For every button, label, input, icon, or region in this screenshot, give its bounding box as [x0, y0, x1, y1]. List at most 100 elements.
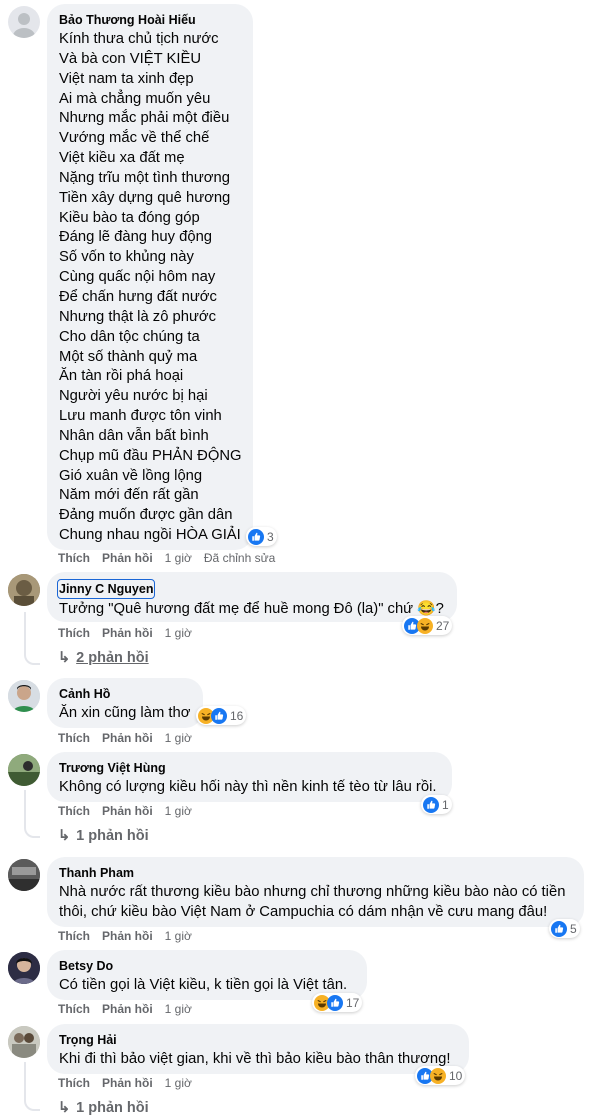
profile-photo-icon	[8, 859, 40, 891]
comment-line: Số vốn to khủng này	[59, 249, 194, 266]
comment-bubble: Jinny C Nguyen Tưởng "Quê hương đất mẹ đ…	[47, 572, 457, 622]
comment-bubble: Trọng Hải Khi đi thì bảo việt gian, khi …	[47, 1024, 469, 1074]
like-button[interactable]: Thích	[58, 626, 90, 640]
comment-text: Ăn xin cũng làm thơ	[59, 704, 191, 724]
reaction-summary[interactable]: 5	[549, 919, 580, 938]
like-button[interactable]: Thích	[58, 551, 90, 565]
comment-line: Nhưng thật là zô phước	[59, 308, 217, 325]
reaction-summary[interactable]: 16	[196, 706, 247, 725]
comment-author[interactable]: Cảnh Hồ	[59, 686, 191, 702]
comment-text: Khi đi thì bảo việt gian, khi về thì bảo…	[59, 1050, 457, 1070]
comment-line: Việt kiều xa đất mẹ	[59, 150, 185, 167]
comment-bubble: Thanh Pham Nhà nước rất thương kiều bào …	[47, 857, 584, 927]
reply-button[interactable]: Phản hồi	[102, 1002, 153, 1016]
reply-button[interactable]: Phản hồi	[102, 804, 153, 818]
comment-author[interactable]: Trương Việt Hùng	[59, 760, 440, 776]
reaction-summary[interactable]: 1	[421, 795, 452, 814]
comment-bubble: Cảnh Hồ Ăn xin cũng làm thơ	[47, 678, 203, 728]
like-button[interactable]: Thích	[58, 731, 90, 745]
avatar[interactable]	[8, 859, 40, 891]
view-replies-link[interactable]: ↳ 2 phản hồi	[58, 650, 149, 666]
replies-count: 2 phản hồi	[76, 650, 149, 666]
profile-photo-icon	[8, 952, 40, 984]
timestamp[interactable]: 1 giờ	[165, 626, 192, 640]
comment-actions: Thích Phản hồi 1 giờ	[58, 929, 204, 943]
comment-line: Nhà nước rất thương kiều bào nhưng chỉ t…	[59, 884, 566, 900]
comment-text: Có tiền gọi là Việt kiều, k tiền gọi là …	[59, 976, 355, 996]
comment-line: Để chấn hưng đất nước	[59, 288, 217, 305]
reaction-summary[interactable]: 17	[312, 993, 363, 1012]
comment-line: Ăn tàn rồi phá hoại	[59, 368, 184, 385]
reaction-summary[interactable]: 27	[402, 616, 453, 635]
timestamp[interactable]: 1 giờ	[165, 551, 192, 565]
like-button[interactable]: Thích	[58, 1002, 90, 1016]
comment-text: Nhà nước rất thương kiều bào nhưng chỉ t…	[59, 883, 572, 923]
thread-connector	[24, 790, 40, 838]
view-replies-link[interactable]: ↳ 1 phản hồi	[58, 828, 149, 844]
comment-author[interactable]: Thanh Pham	[59, 865, 572, 881]
timestamp[interactable]: 1 giờ	[165, 929, 192, 943]
reaction-count: 5	[570, 921, 577, 936]
comment-line: Một số thành quỷ ma	[59, 348, 198, 365]
comment-line: Việt nam ta xinh đẹp	[59, 70, 194, 87]
comment-line: Gió xuân về lồng lộng	[59, 467, 203, 484]
comment-bubble: Bảo Thương Hoài Hiếu Kính thưa chủ tịch …	[47, 4, 253, 550]
comment-text: Tưởng "Quê hương đất mẹ để huề mong Đô (…	[59, 600, 445, 620]
haha-reaction-icon	[417, 617, 433, 634]
comment-actions: Thích Phản hồi 1 giờ	[58, 731, 204, 745]
haha-reaction-icon	[430, 1067, 446, 1084]
avatar[interactable]	[8, 6, 40, 38]
timestamp[interactable]: 1 giờ	[165, 731, 192, 745]
profile-photo-icon	[8, 574, 40, 606]
comment-author[interactable]: Betsy Do	[59, 958, 355, 974]
comment-line: Kiều bào ta đóng góp	[59, 209, 200, 226]
thread-connector	[24, 612, 40, 665]
comment-line: Chụp mũ đầu PHẢN ĐỘNG	[59, 447, 242, 464]
like-button[interactable]: Thích	[58, 929, 90, 943]
reaction-summary[interactable]: 10	[415, 1066, 466, 1085]
comment-actions: Thích Phản hồi 1 giờ	[58, 804, 204, 818]
avatar[interactable]	[8, 574, 40, 606]
avatar[interactable]	[8, 680, 40, 712]
replies-count: 1 phản hồi	[76, 828, 149, 844]
timestamp[interactable]: 1 giờ	[165, 1076, 192, 1090]
edited-label: Đã chỉnh sửa	[203, 551, 276, 565]
comment-line: Đảng muốn được gần dân	[59, 507, 233, 524]
timestamp[interactable]: 1 giờ	[165, 1002, 192, 1016]
like-button[interactable]: Thích	[58, 804, 90, 818]
comment-line: Tưởng "Quê hương đất mẹ để huề mong Đô (…	[59, 601, 444, 617]
reaction-count: 1	[442, 797, 449, 812]
comment-author[interactable]: Trọng Hải	[59, 1032, 457, 1048]
comment-line: Có tiền gọi là Việt kiều, k tiền gọi là …	[59, 977, 348, 993]
comment-actions: Thích Phản hồi 1 giờ	[58, 1002, 204, 1016]
reaction-count: 3	[267, 529, 274, 544]
profile-photo-icon	[8, 1026, 40, 1058]
reply-button[interactable]: Phản hồi	[102, 929, 153, 943]
comment-author[interactable]: Bảo Thương Hoài Hiếu	[59, 12, 241, 28]
avatar[interactable]	[8, 952, 40, 984]
like-reaction-icon	[423, 796, 439, 813]
reply-button[interactable]: Phản hồi	[102, 1076, 153, 1090]
like-reaction-icon	[248, 528, 264, 545]
comment-line: Nhưng mắc phải một điều	[59, 110, 230, 127]
reply-button[interactable]: Phản hồi	[102, 551, 153, 565]
comment-author[interactable]: Jinny C Nguyen	[56, 579, 156, 599]
comment-line: Ăn xin cũng làm thơ	[59, 705, 191, 721]
reaction-count: 17	[346, 995, 360, 1010]
reply-button[interactable]: Phản hồi	[102, 626, 153, 640]
comment-text: Không có lượng kiều hối này thì nền kinh…	[59, 778, 440, 798]
view-replies-link[interactable]: ↳ 1 phản hồi	[58, 1100, 149, 1116]
reply-arrow-icon: ↳	[58, 650, 71, 666]
avatar[interactable]	[8, 1026, 40, 1058]
comment-line: Đáng lẽ đàng huy động	[59, 229, 213, 246]
comment-line: Và bà con VIỆT KIỀU	[59, 50, 202, 67]
like-reaction-icon	[327, 994, 343, 1011]
reply-arrow-icon: ↳	[58, 828, 71, 844]
like-button[interactable]: Thích	[58, 1076, 90, 1090]
comment-line: Vướng mắc về thể chế	[59, 130, 210, 147]
reaction-summary[interactable]: 3	[246, 527, 277, 546]
timestamp[interactable]: 1 giờ	[165, 804, 192, 818]
like-reaction-icon	[551, 920, 567, 937]
avatar[interactable]	[8, 754, 40, 786]
reply-button[interactable]: Phản hồi	[102, 731, 153, 745]
